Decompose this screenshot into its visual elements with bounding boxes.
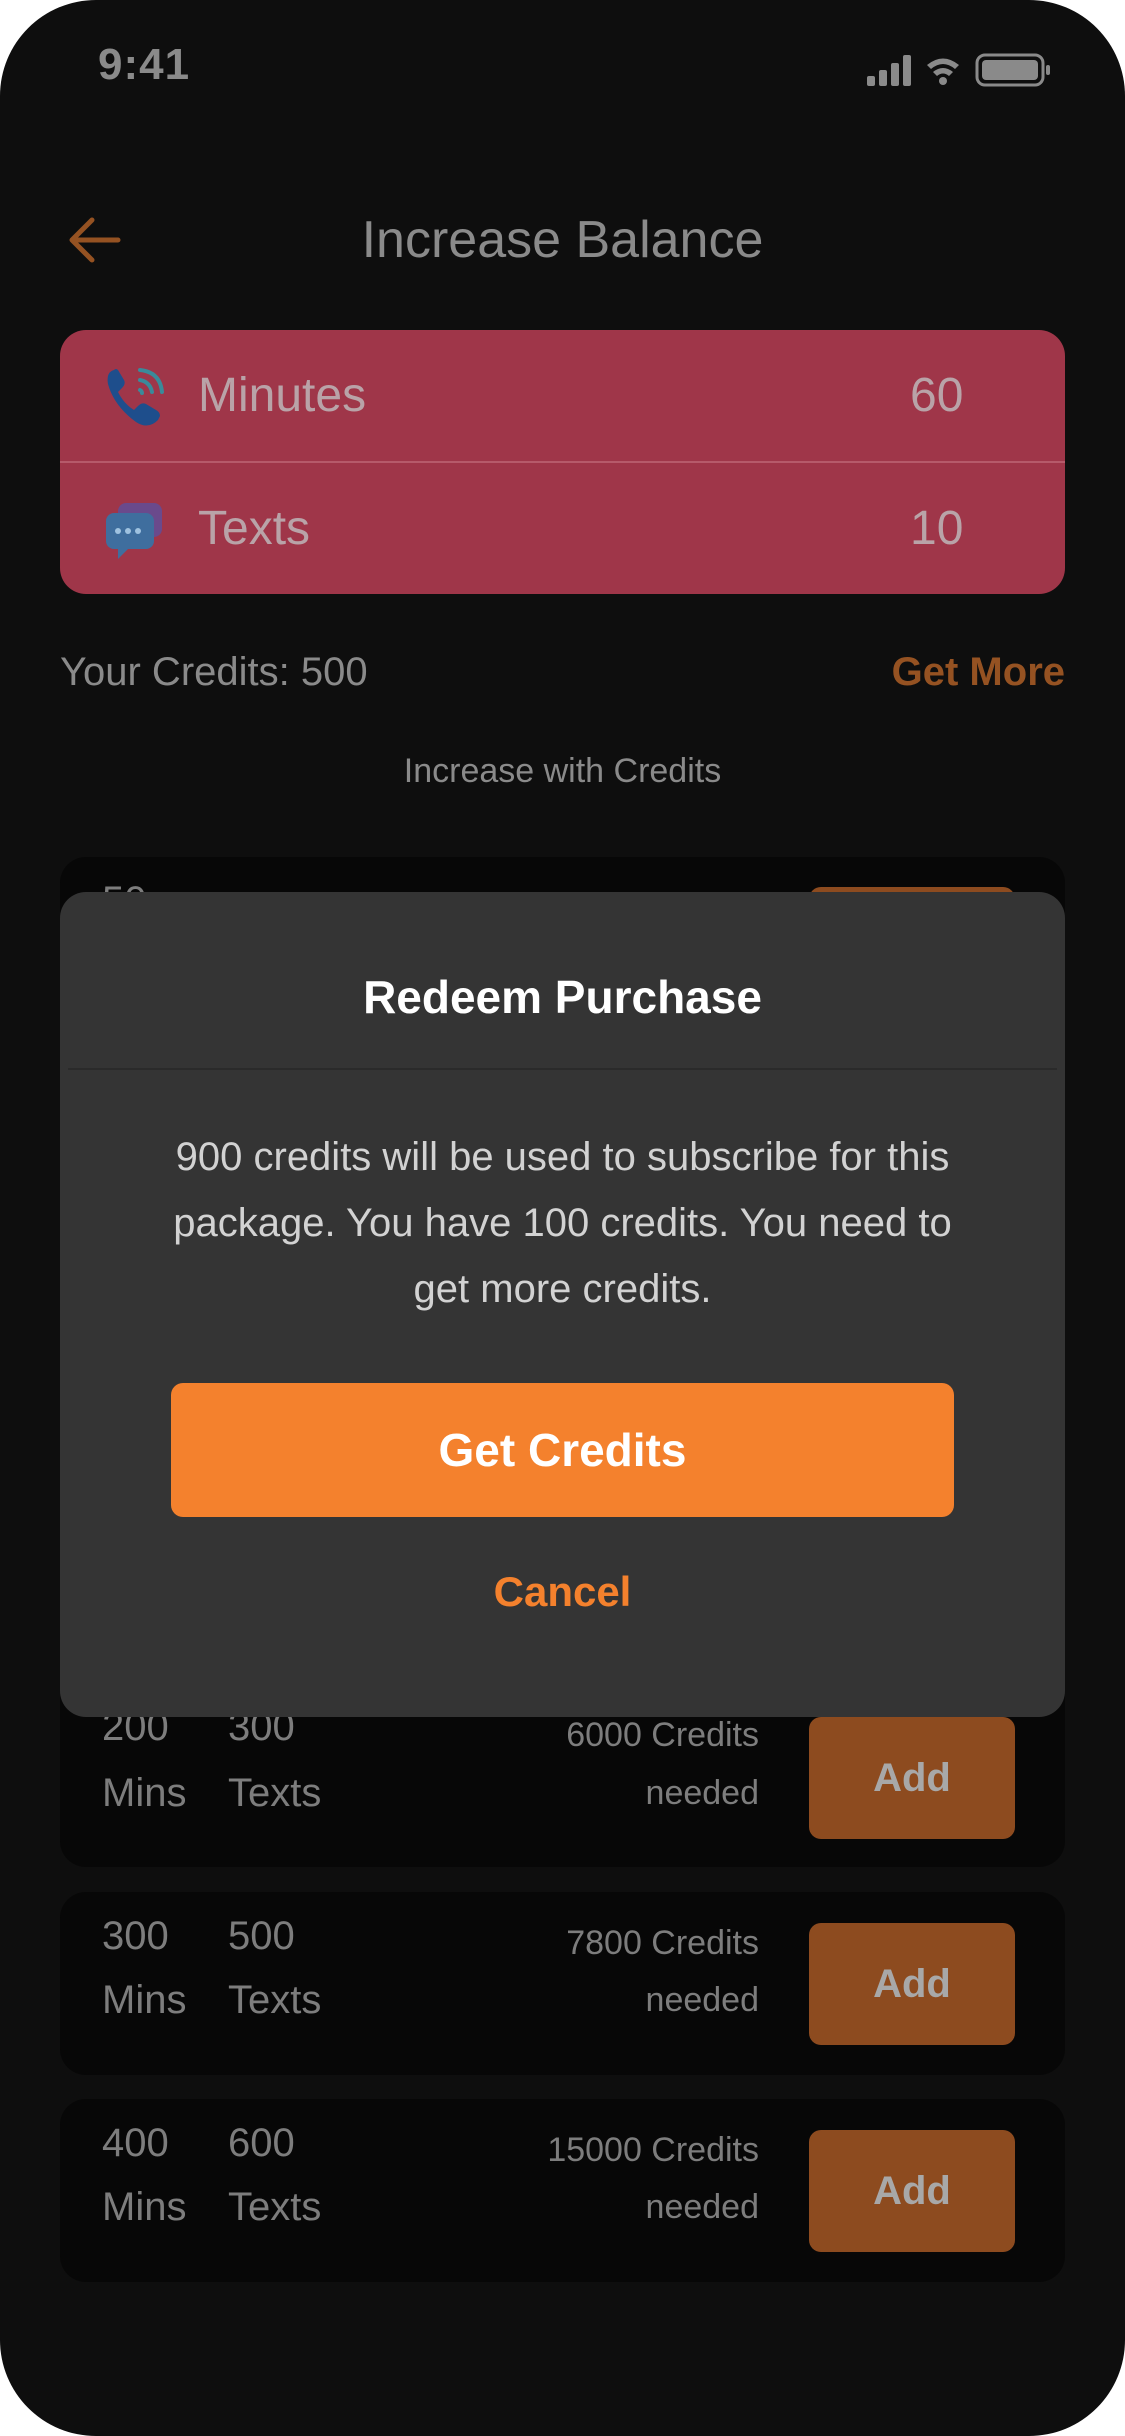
package-mins: 400 xyxy=(102,2121,169,2165)
package-texts: 600 xyxy=(228,2121,295,2165)
package-texts-unit: Texts xyxy=(228,1978,322,2022)
phone-screen: 9:41 Increase Balance Minutes 60 Texts 1… xyxy=(0,0,1125,2436)
phone-call-icon xyxy=(100,362,170,432)
balance-card: Minutes 60 Texts 10 xyxy=(60,330,1065,594)
add-button[interactable]: Add xyxy=(809,2130,1015,2252)
package-needed: needed xyxy=(645,2188,759,2226)
section-label: Increase with Credits xyxy=(403,752,722,790)
package-needed: needed xyxy=(645,1774,759,1812)
package-texts: 500 xyxy=(228,1914,295,1958)
redeem-purchase-dialog: Redeem Purchase 900 credits will be used… xyxy=(60,892,1065,1717)
signal-wifi-battery-icon xyxy=(867,53,1050,87)
package-texts-unit: Texts xyxy=(228,2185,322,2229)
credits-balance: Your Credits: 500 xyxy=(60,650,368,694)
add-button[interactable]: Add xyxy=(809,1717,1015,1839)
package-mins-unit: Mins xyxy=(102,2185,187,2229)
package-card: 400 Mins 600 Texts 15000 Credits needed … xyxy=(60,2099,1065,2282)
package-card: 300 Mins 500 Texts 7800 Credits needed A… xyxy=(60,1892,1065,2075)
get-credits-button[interactable]: Get Credits xyxy=(171,1383,954,1517)
package-mins-unit: Mins xyxy=(102,1978,187,2022)
package-credits: 7800 Credits xyxy=(566,1924,759,1962)
status-icons xyxy=(867,52,1077,88)
balance-row-texts: Texts 10 xyxy=(60,463,1065,594)
add-button[interactable]: Add xyxy=(809,1923,1015,2045)
package-texts-unit: Texts xyxy=(228,1771,322,1815)
balance-row-minutes: Minutes 60 xyxy=(60,330,1065,461)
package-needed: needed xyxy=(645,1981,759,2019)
dialog-message: 900 credits will be used to subscribe fo… xyxy=(173,1135,952,1311)
cancel-button[interactable]: Cancel xyxy=(60,1568,1065,1616)
balance-label: Minutes xyxy=(198,369,367,422)
page-title: Increase Balance xyxy=(361,211,764,269)
status-time: 9:41 xyxy=(98,40,191,89)
balance-value: 60 xyxy=(910,369,964,422)
package-credits: 6000 Credits xyxy=(566,1716,759,1754)
balance-value: 10 xyxy=(910,502,964,555)
balance-label: Texts xyxy=(198,502,311,555)
get-more-link[interactable]: Get More xyxy=(892,650,1065,695)
package-credits: 15000 Credits xyxy=(547,2131,759,2169)
chat-bubbles-icon xyxy=(100,495,170,565)
package-mins-unit: Mins xyxy=(102,1771,187,1815)
dialog-divider xyxy=(68,1068,1057,1070)
dialog-title: Redeem Purchase xyxy=(363,971,762,1023)
package-mins: 300 xyxy=(102,1914,169,1958)
